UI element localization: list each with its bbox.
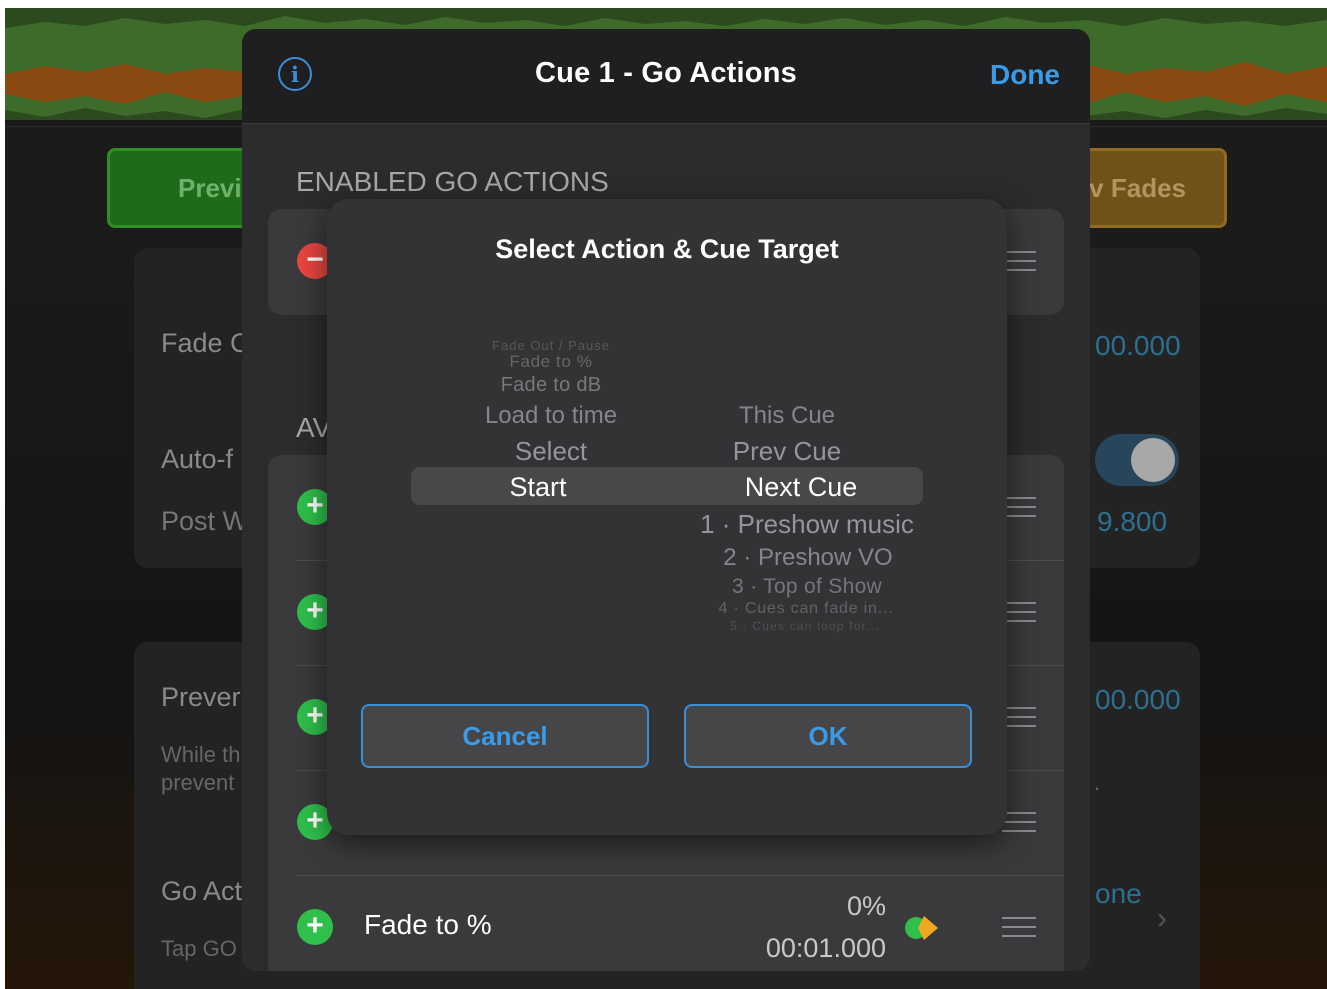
bg-row-subtext: Tap GO (161, 936, 237, 961)
picker-option[interactable]: Fade to dB (501, 374, 602, 397)
picker-selected-option[interactable]: Start (509, 472, 566, 503)
picker-selected-option[interactable]: Next Cue (745, 472, 858, 503)
auto-follow-toggle[interactable] (1095, 434, 1179, 486)
select-action-dialog: Select Action & Cue Target Fade Out / Pa… (327, 199, 1007, 835)
cancel-button[interactable]: Cancel (361, 704, 649, 768)
enabled-section-header: ENABLED GO ACTIONS (296, 166, 609, 197)
picker-option[interactable]: Prev Cue (733, 436, 841, 467)
bg-row-subtext: . (1094, 770, 1101, 795)
add-icon[interactable]: + (297, 909, 333, 945)
picker-option[interactable]: Fade Out / Pause (492, 338, 610, 353)
reorder-handle-icon[interactable] (1002, 602, 1036, 622)
reorder-handle-icon[interactable] (1002, 497, 1036, 517)
dialog-title: Select Action & Cue Target (495, 234, 839, 264)
done-button[interactable]: Done (990, 59, 1060, 91)
chevron-right-icon[interactable]: › (1157, 902, 1167, 936)
reorder-handle-icon[interactable] (1002, 917, 1036, 937)
toggle-knob (1131, 438, 1175, 482)
reorder-handle-icon[interactable] (1002, 812, 1036, 832)
sheet-title: Cue 1 - Go Actions (535, 57, 797, 89)
bg-row-value: one (1095, 878, 1142, 909)
reorder-handle-icon[interactable] (1002, 707, 1036, 727)
sheet-header: i Cue 1 - Go Actions Done (242, 29, 1090, 124)
bg-row-value: 00.000 (1095, 330, 1181, 361)
action-label: Fade to % (364, 909, 492, 940)
reorder-handle-icon[interactable] (1002, 251, 1036, 271)
available-action-row: + Fade to % 0% 00:01.000 (268, 875, 1064, 971)
bg-row-label: Prever (161, 682, 241, 712)
picker-option[interactable]: 2 · Preshow VO (723, 544, 892, 572)
picker-option[interactable]: Select (515, 436, 587, 467)
bg-row-label: Fade C (161, 328, 250, 358)
picker-option[interactable]: 1 · Preshow music (700, 509, 914, 540)
picker-option[interactable]: This Cue (739, 402, 835, 430)
app-frame: Previ v Fades Fade C 00.000 Auto-f Post … (5, 8, 1327, 989)
bg-row-label: Post W (161, 506, 249, 536)
picker-option[interactable]: 4 · Cues can fade in... (719, 600, 894, 618)
bg-row-subtext: While th (161, 742, 241, 767)
available-section-header: AV (296, 412, 332, 443)
bg-row-label: Auto-f (161, 444, 234, 474)
bg-row-label: Go Act (161, 876, 243, 906)
picker-option[interactable]: 5 · Cues can loop for... (730, 619, 880, 633)
bg-row-subtext: prevent (161, 770, 235, 795)
bg-row-value: 00.000 (1095, 684, 1181, 715)
fade-level-value: 0% (846, 891, 886, 921)
ok-button[interactable]: OK (684, 704, 972, 768)
fade-duration-value: 00:01.000 (765, 933, 886, 963)
bg-row-value: 9.800 (1097, 506, 1168, 537)
picker-option[interactable]: 3 · Top of Show (732, 575, 882, 599)
row-separator (296, 875, 1064, 876)
fade-icon (905, 916, 938, 940)
picker-option[interactable]: Load to time (485, 402, 617, 430)
picker-option[interactable]: Fade to % (510, 352, 593, 372)
